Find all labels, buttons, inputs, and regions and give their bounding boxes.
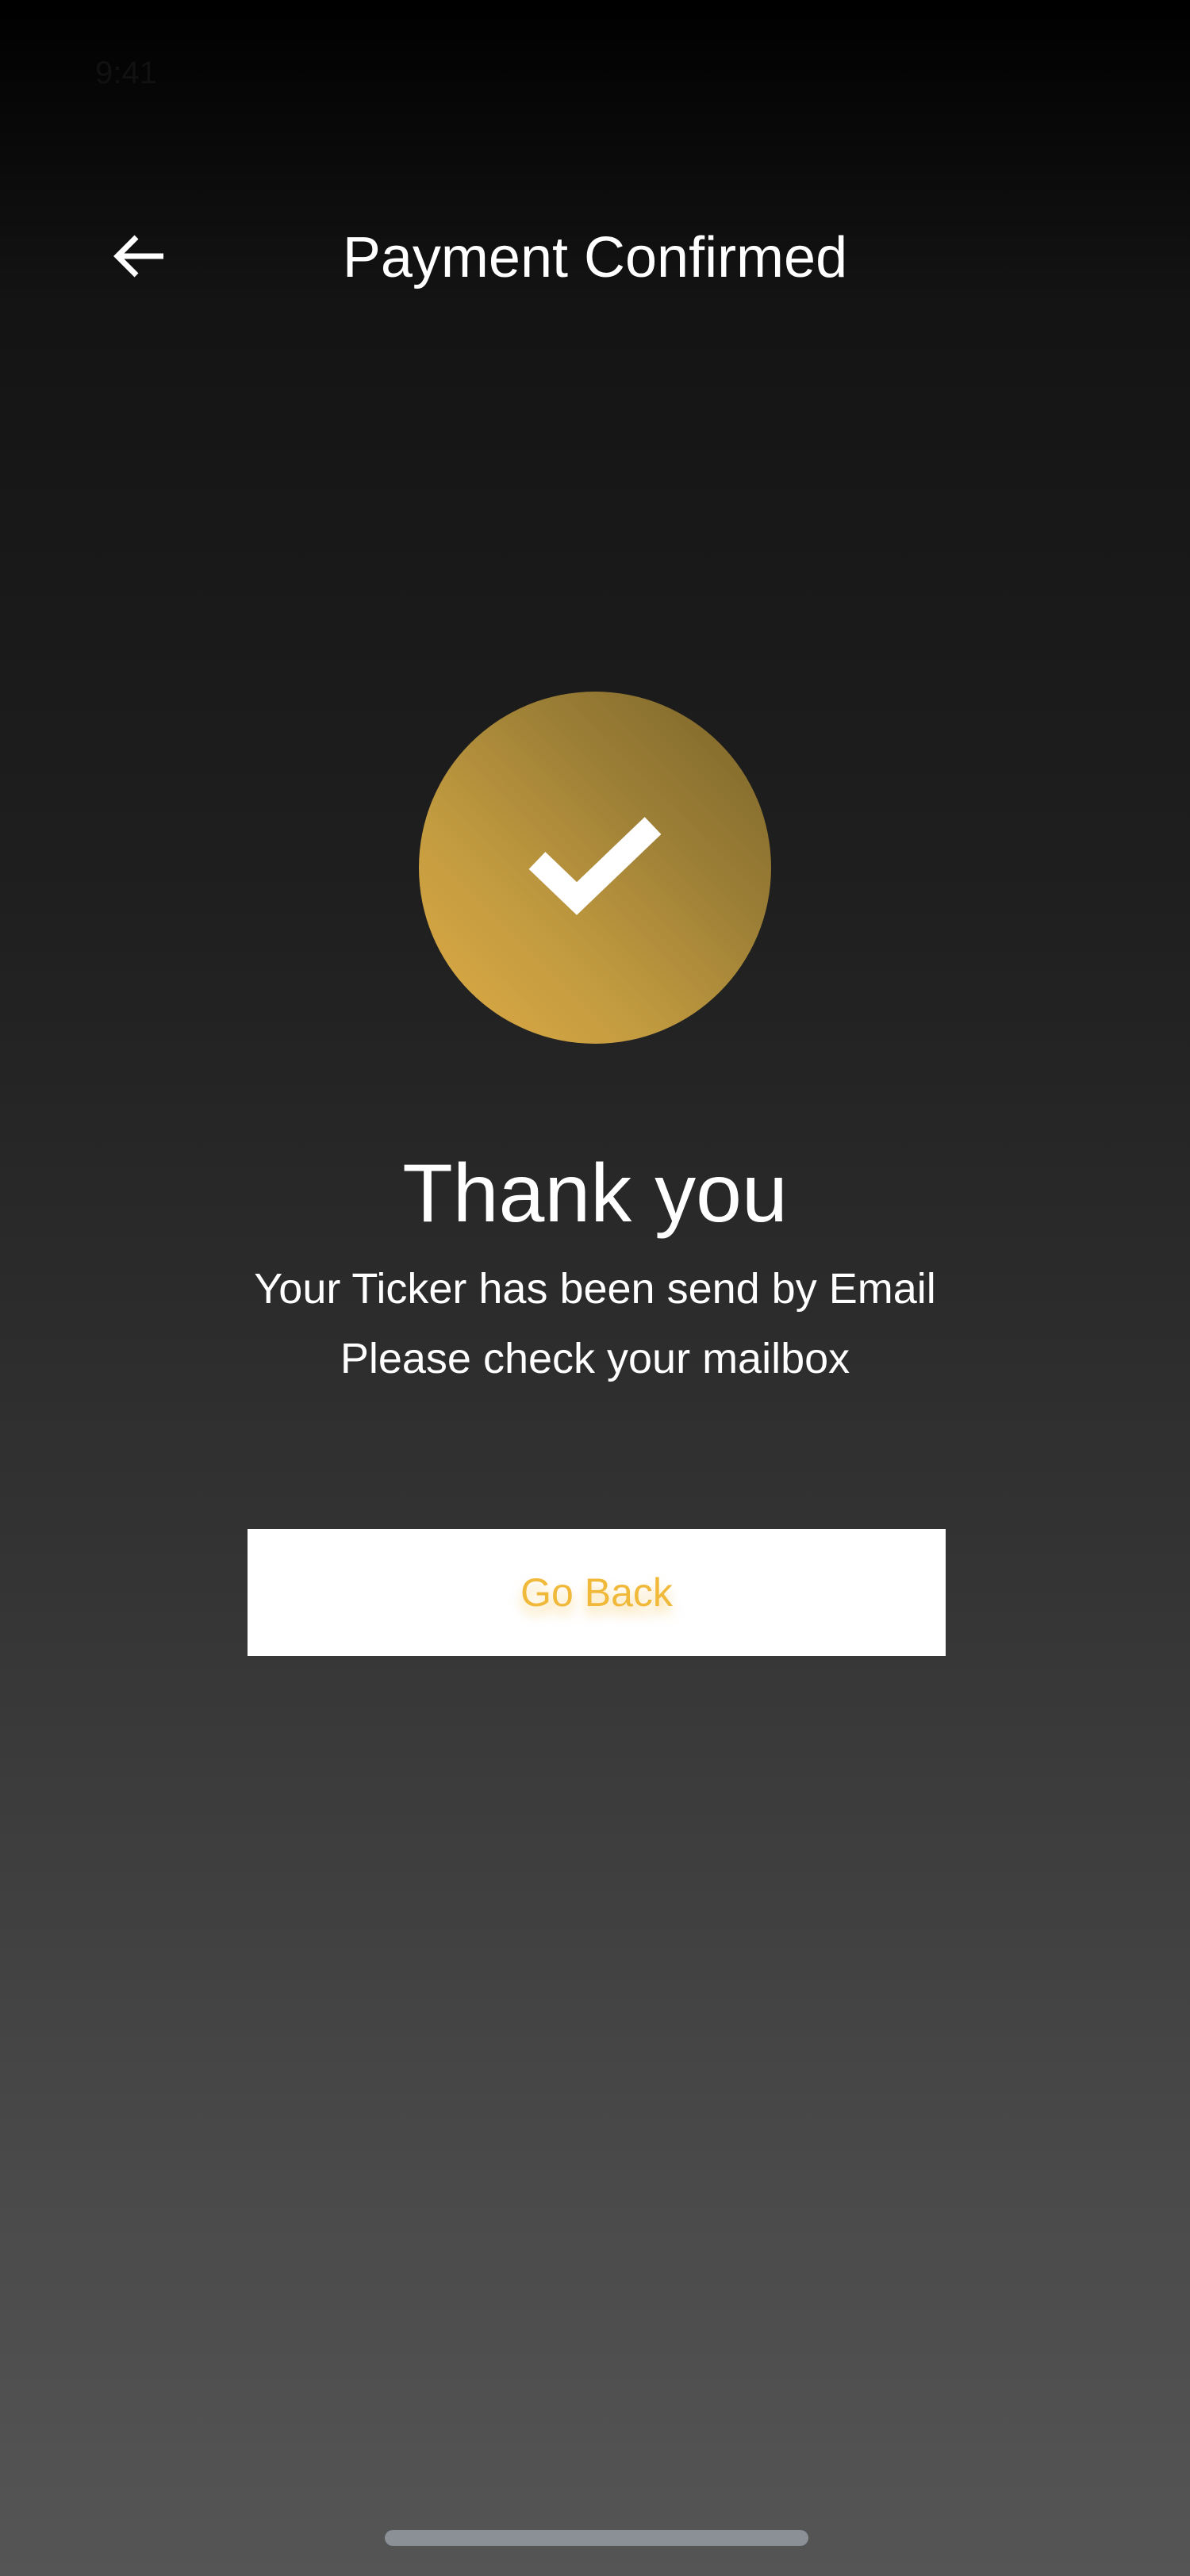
home-indicator[interactable] [385, 2530, 808, 2546]
header: Payment Confirmed [0, 198, 1190, 301]
status-time: 9:41 [95, 56, 157, 90]
email-sent-message: Your Ticker has been send by Email [254, 1265, 936, 1313]
check-mailbox-message: Please check your mailbox [340, 1335, 850, 1382]
success-badge [419, 692, 771, 1044]
thank-you-heading: Thank you [402, 1148, 788, 1240]
checkmark-icon [528, 815, 662, 922]
go-back-button[interactable]: Go Back [248, 1529, 946, 1656]
go-back-label: Go Back [520, 1570, 673, 1615]
status-bar: 9:41 [0, 0, 1190, 143]
page-title: Payment Confirmed [342, 226, 848, 289]
